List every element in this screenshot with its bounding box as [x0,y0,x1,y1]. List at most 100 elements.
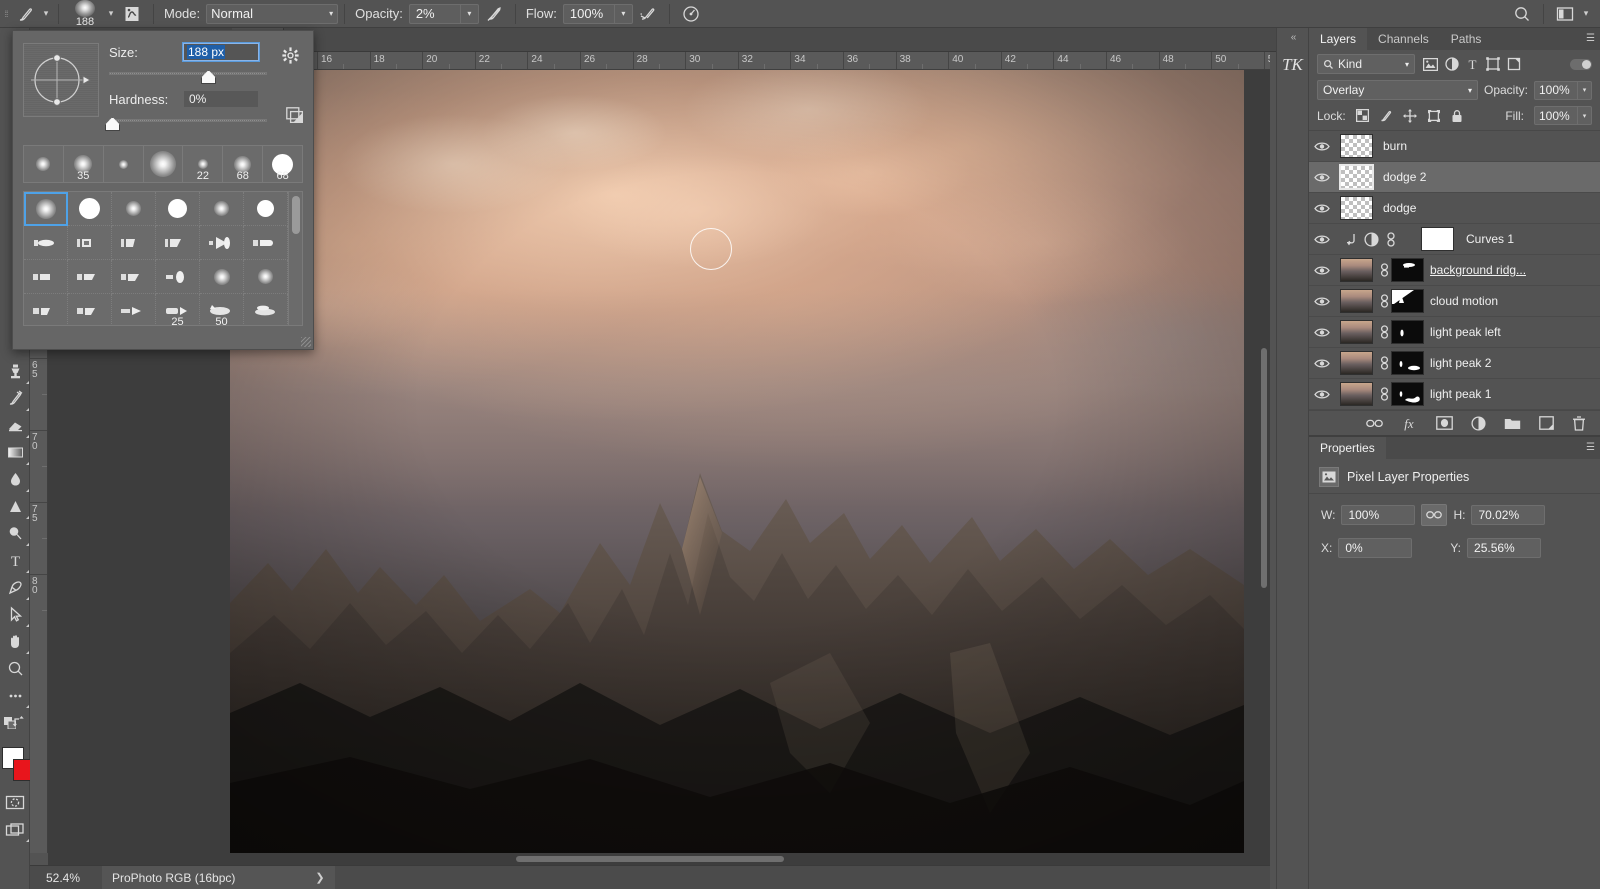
tool-hand[interactable] [0,628,30,655]
brush-preset-spatter-25[interactable]: 25 [156,294,200,326]
document-image[interactable] [230,70,1244,853]
brush-preset-flat-tip-1[interactable] [24,226,68,260]
layer-name[interactable]: light peak 2 [1424,356,1491,370]
brush-preset-round-blunt[interactable] [156,260,200,294]
brush-preset-hard-round-med[interactable] [156,192,200,226]
layer-thumbnail[interactable] [1335,258,1377,282]
brush-preset-round-point[interactable] [244,226,288,260]
brush-settings-panel-icon[interactable] [117,1,147,27]
smart-object-filter-icon[interactable] [1507,57,1521,71]
brush-preset-soft-round-22[interactable]: 22 [183,146,223,182]
brush-preset-picker[interactable]: Size: 188 px Hardness: 0% [12,30,314,350]
tool-blur[interactable] [0,466,30,493]
layer-thumbnail[interactable] [1335,382,1377,406]
folder-icon[interactable] [1504,417,1521,430]
layer-name[interactable]: light peak 1 [1424,387,1491,401]
brush-preset-flat-tip-3[interactable] [112,226,156,260]
filter-kind-select[interactable]: Kind ▾ [1317,54,1415,74]
brush-preset-flat-blunt-2[interactable] [68,260,112,294]
table-row[interactable]: background ridg... [1309,255,1600,286]
layer-mask-thumbnail[interactable] [1391,289,1424,313]
maintain-aspect-ratio-icon[interactable] [1421,504,1447,526]
table-row[interactable]: light peak 1 [1309,379,1600,410]
color-swatches[interactable] [0,743,29,789]
brush-preset-soft-round-x[interactable] [200,260,244,294]
search-icon[interactable] [1507,1,1537,27]
panel-menu-icon[interactable]: ☰ [1586,442,1594,453]
panel-menu-icon[interactable]: ☰ [1586,33,1594,44]
layer-name[interactable]: background ridg... [1424,263,1526,277]
brush-preset-soft-round-68a[interactable]: 68 [223,146,263,182]
mask-link-icon[interactable] [1377,325,1391,339]
layer-opacity-stepper[interactable]: ▾ [1578,81,1592,100]
tk-panel-icon[interactable]: TK [1279,50,1307,80]
layer-thumbnail[interactable] [1335,165,1377,189]
table-row[interactable]: cloud motion [1309,286,1600,317]
brush-preset-flat-tip-2[interactable] [68,226,112,260]
brush-preset-wide-spatter[interactable] [244,294,288,326]
shape-filter-icon[interactable] [1486,57,1500,71]
brush-grid-scrollbar[interactable] [288,192,302,325]
lock-position-icon[interactable] [1403,109,1417,123]
fx-icon[interactable]: fx [1401,416,1418,431]
brush-preset-soft-round-small[interactable] [112,192,156,226]
table-row[interactable]: dodge 2 [1309,162,1600,193]
pixel-filter-icon[interactable] [1423,58,1438,71]
tool-type[interactable]: T [0,547,30,574]
brush-angle-preview[interactable] [23,43,99,117]
scrollbar-thumb[interactable] [292,196,300,234]
filter-enable-toggle[interactable] [1570,59,1592,70]
tab-paths[interactable]: Paths [1440,28,1493,50]
y-input[interactable]: 25.56% [1467,538,1541,558]
fill-stepper[interactable]: ▾ [1578,106,1592,125]
layer-thumbnail[interactable] [1335,134,1377,158]
mask-link-icon[interactable] [1377,387,1391,401]
layer-visibility-toggle[interactable] [1309,265,1335,276]
layer-visibility-toggle[interactable] [1309,296,1335,307]
brush-preset-hard-round-68[interactable]: 68 [263,146,302,182]
adjustment-icon[interactable] [1471,416,1486,431]
tab-channels[interactable]: Channels [1367,28,1440,50]
layer-opacity-input[interactable]: 100% [1534,81,1578,100]
brush-size-input[interactable]: 188 px [183,43,259,61]
lock-transparent-pixels-icon[interactable] [1356,109,1369,122]
collapse-panels-icon[interactable]: « [1277,28,1308,46]
tool-history-brush[interactable] [0,385,30,412]
tool-eraser[interactable] [0,412,30,439]
opacity-stepper[interactable]: ▾ [461,4,479,24]
tool-zoom[interactable] [0,655,30,682]
table-row[interactable]: light peak left [1309,317,1600,348]
brush-preset-chevron-icon[interactable]: ▾ [40,1,52,27]
layer-thumbnail[interactable] [1335,196,1377,220]
brush-preset-hard-round-sm[interactable] [244,192,288,226]
tool-clone-stamp[interactable] [0,358,30,385]
brush-preset-flat-blunt-1[interactable] [24,260,68,294]
pressure-opacity-icon[interactable] [479,1,509,27]
brush-preset-thin-liner[interactable] [112,294,156,326]
layer-mask-thumbnail[interactable] [1391,382,1424,406]
layer-name[interactable]: light peak left [1424,325,1501,339]
scrollbar-thumb[interactable] [516,856,784,862]
brush-preset-angle-brush-1[interactable] [24,294,68,326]
layer-visibility-toggle[interactable] [1309,234,1335,245]
mask-link-icon[interactable] [1377,356,1391,370]
brush-preset-soft-round-y[interactable] [244,260,288,294]
tool-gradient[interactable] [0,439,30,466]
gear-icon[interactable] [282,47,299,64]
opacity-input[interactable]: 2% [409,4,461,24]
table-row[interactable]: Curves 1 [1309,224,1600,255]
brush-size-slider[interactable] [109,68,267,84]
layer-name[interactable]: burn [1377,139,1407,153]
link-mask-icon[interactable] [1386,232,1396,247]
lock-image-pixels-icon[interactable] [1379,109,1393,123]
tool-dodge[interactable] [0,493,30,520]
fill-input[interactable]: 100% [1534,106,1578,125]
type-filter-icon[interactable]: T [1466,57,1479,71]
options-bar-grip[interactable]: ⁞⁞ [0,0,12,28]
layer-name[interactable]: dodge 2 [1377,170,1426,184]
blend-mode-select[interactable]: Normal ▾ [206,4,338,24]
edit-toolbar-button[interactable] [0,682,30,709]
brush-preset-soft-round-35[interactable]: 35 [64,146,104,182]
x-input[interactable]: 0% [1338,538,1412,558]
workspace-chevron-icon[interactable]: ▾ [1580,1,1592,27]
